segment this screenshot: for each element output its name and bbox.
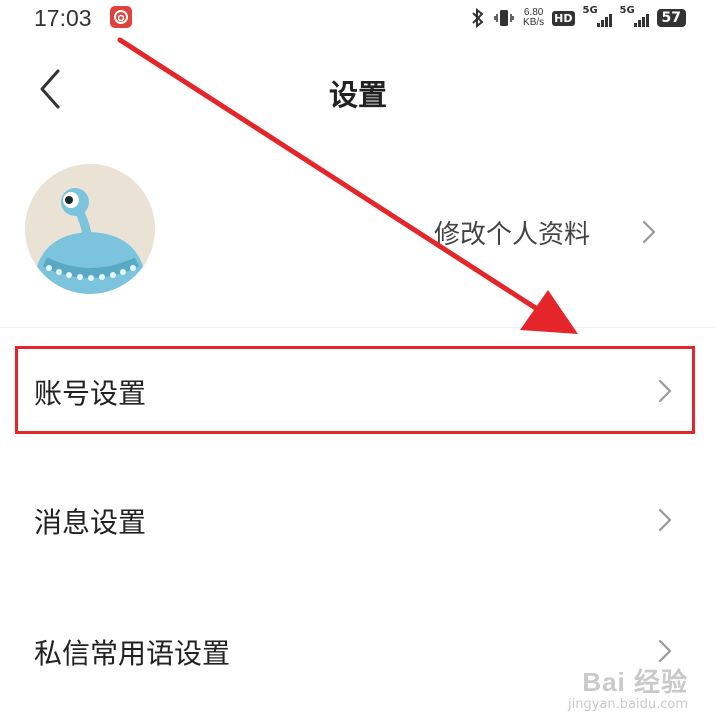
watermark-sub: jingyan.baidu.com bbox=[568, 697, 688, 712]
vibrate-icon bbox=[494, 10, 514, 26]
network-speed: 6.80 KB/s bbox=[523, 8, 544, 28]
top-bar: 设置 bbox=[0, 48, 716, 130]
avatar[interactable] bbox=[25, 164, 155, 294]
status-icons: 6.80 KB/s HD 5G 5G 57 bbox=[471, 4, 686, 32]
watermark-main: Bai 经验 bbox=[582, 667, 688, 697]
highlight-box bbox=[15, 346, 695, 434]
signal-sim1-icon: 5G bbox=[583, 5, 612, 27]
section-divider bbox=[0, 327, 716, 328]
battery-indicator: 57 bbox=[656, 9, 686, 27]
chevron-right-icon bbox=[658, 508, 672, 532]
netease-music-icon bbox=[110, 6, 132, 28]
status-bar: 17:03 6.80 KB/s HD 5G 5G 57 bbox=[0, 0, 716, 36]
bluetooth-icon bbox=[472, 8, 484, 28]
hd-badge: HD bbox=[552, 10, 575, 26]
menu-item-message-settings[interactable]: 消息设置 bbox=[0, 475, 716, 565]
edit-profile-label: 修改个人资料 bbox=[434, 220, 591, 250]
menu-item-label: 私信常用语设置 bbox=[34, 637, 231, 670]
menu-item-label: 消息设置 bbox=[34, 506, 147, 539]
status-time: 17:03 bbox=[34, 5, 92, 31]
monster-avatar-icon bbox=[25, 164, 155, 294]
page-title: 设置 bbox=[328, 78, 387, 112]
sim2-label: 5G bbox=[619, 5, 635, 16]
edit-profile-link[interactable]: 修改个人资料 bbox=[420, 208, 680, 256]
baidu-jingyan-watermark: Bai 经验 jingyan.baidu.com bbox=[568, 662, 688, 712]
network-speed-unit: KB/s bbox=[523, 17, 545, 28]
signal-sim2-icon: 5G bbox=[620, 5, 649, 27]
sim1-label: 5G bbox=[582, 5, 598, 16]
chevron-right-icon bbox=[658, 639, 672, 663]
chevron-right-icon bbox=[642, 220, 656, 244]
